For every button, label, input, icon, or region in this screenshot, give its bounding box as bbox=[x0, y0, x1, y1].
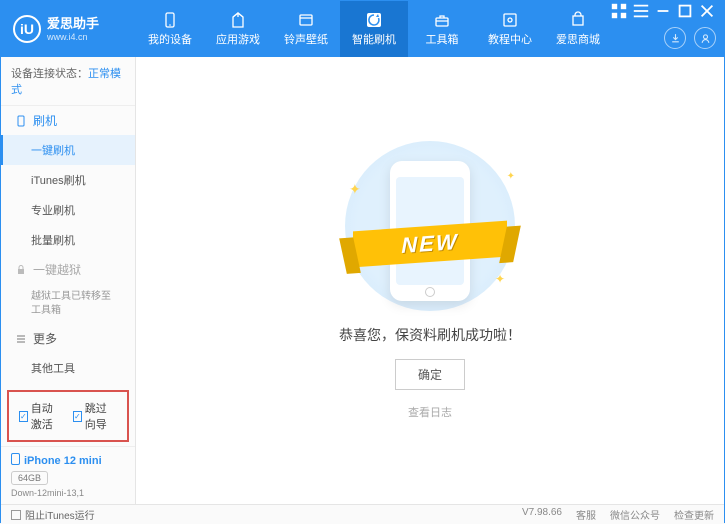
app-name: 爱思助手 bbox=[47, 16, 99, 32]
options-row: ✓自动激活 ✓跳过向导 bbox=[7, 390, 129, 442]
device-detail: Down-12mini-13,1 bbox=[11, 488, 125, 498]
device-icon bbox=[161, 11, 179, 29]
nav-toolbox[interactable]: 工具箱 bbox=[408, 1, 476, 57]
minimize-button[interactable] bbox=[654, 5, 672, 17]
lock-icon bbox=[15, 264, 27, 276]
ok-button[interactable]: 确定 bbox=[395, 359, 465, 390]
version-label: V7.98.66 bbox=[522, 507, 562, 522]
menu-icon[interactable] bbox=[632, 5, 650, 17]
maximize-button[interactable] bbox=[676, 5, 694, 17]
nav-cart[interactable]: 爱思商城 bbox=[544, 1, 612, 57]
success-message: 恭喜您，保资料刷机成功啦！ bbox=[339, 325, 521, 345]
wallet-icon bbox=[297, 11, 315, 29]
wechat-link[interactable]: 微信公众号 bbox=[610, 507, 660, 522]
view-log-link[interactable]: 查看日志 bbox=[408, 404, 452, 420]
sidebar-item-more-0[interactable]: 其他工具 bbox=[1, 353, 135, 383]
settings-icon[interactable] bbox=[610, 5, 628, 17]
logo-icon: iU bbox=[13, 15, 41, 43]
nav-device[interactable]: 我的设备 bbox=[136, 1, 204, 57]
user-icon[interactable] bbox=[694, 27, 716, 49]
app-url: www.i4.cn bbox=[47, 32, 99, 42]
more-icon bbox=[15, 333, 27, 345]
phone-icon bbox=[11, 453, 20, 468]
section-jailbreak-header: 一键越狱 bbox=[1, 255, 135, 284]
section-more-header[interactable]: 更多 bbox=[1, 324, 135, 353]
device-icon bbox=[15, 115, 27, 127]
toolbox-icon bbox=[433, 11, 451, 29]
sidebar-item-flash-2[interactable]: 专业刷机 bbox=[1, 195, 135, 225]
connection-status: 设备连接状态：正常模式 bbox=[1, 57, 135, 106]
nav-apps[interactable]: 应用游戏 bbox=[204, 1, 272, 57]
app-logo: iU 爱思助手 www.i4.cn bbox=[1, 15, 136, 43]
sidebar-item-flash-1[interactable]: iTunes刷机 bbox=[1, 165, 135, 195]
nav-wallet[interactable]: 铃声壁纸 bbox=[272, 1, 340, 57]
refresh-icon bbox=[365, 11, 383, 29]
sidebar-item-flash-3[interactable]: 批量刷机 bbox=[1, 225, 135, 255]
nav-refresh[interactable]: 智能刷机 bbox=[340, 1, 408, 57]
device-storage: 64GB bbox=[11, 471, 48, 485]
skip-guide-checkbox[interactable]: ✓跳过向导 bbox=[73, 400, 117, 432]
download-icon[interactable] bbox=[664, 27, 686, 49]
customer-service-link[interactable]: 客服 bbox=[576, 507, 596, 522]
block-itunes-checkbox[interactable]: 阻止iTunes运行 bbox=[11, 507, 95, 522]
book-icon bbox=[501, 11, 519, 29]
sidebar-item-more-1[interactable]: 下载固件 bbox=[1, 383, 135, 386]
sidebar-item-flash-0[interactable]: 一键刷机 bbox=[1, 135, 135, 165]
apps-icon bbox=[229, 11, 247, 29]
nav-book[interactable]: 教程中心 bbox=[476, 1, 544, 57]
cart-icon bbox=[569, 11, 587, 29]
device-info[interactable]: iPhone 12 mini 64GB Down-12mini-13,1 bbox=[1, 446, 135, 504]
jailbreak-note: 越狱工具已转移至 工具箱 bbox=[1, 284, 135, 324]
close-button[interactable] bbox=[698, 5, 716, 17]
check-update-link[interactable]: 检查更新 bbox=[674, 507, 714, 522]
success-illustration: ✦ ✦ ✦ NEW bbox=[335, 141, 525, 311]
auto-activate-checkbox[interactable]: ✓自动激活 bbox=[19, 400, 63, 432]
section-flash-header[interactable]: 刷机 bbox=[1, 106, 135, 135]
